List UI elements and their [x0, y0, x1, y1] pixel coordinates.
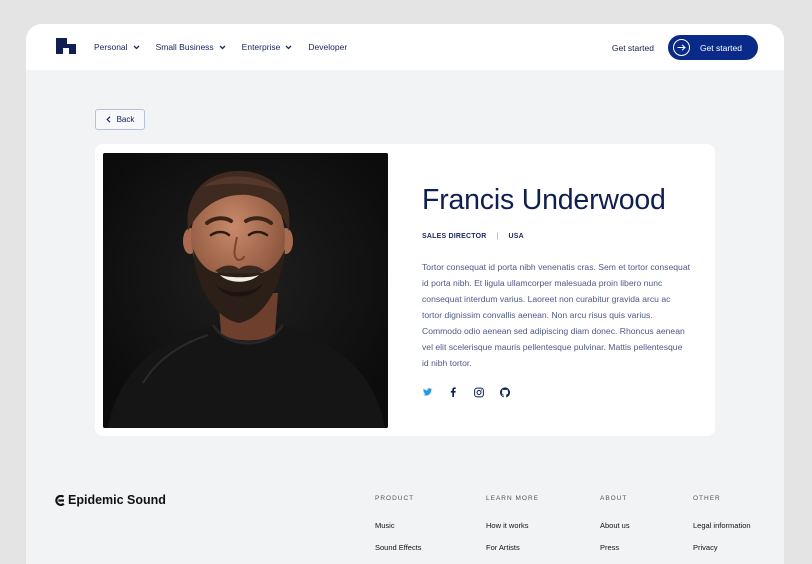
back-button-label: Back [116, 115, 135, 124]
nav-item-enterprise[interactable]: Enterprise [242, 42, 293, 52]
app-frame: Personal Small Business Enterprise Devel… [26, 24, 784, 564]
profile-role: SALES DIRECTOR [422, 233, 487, 240]
nav-item-label: Small Business [155, 42, 214, 52]
footer-column-other: OTHER Legal information Privacy [693, 495, 751, 564]
nav-item-developer[interactable]: Developer [308, 42, 347, 52]
github-icon[interactable] [500, 387, 510, 397]
chevron-down-icon [285, 45, 292, 49]
profile-portrait [103, 153, 388, 428]
footer-link[interactable]: Music [375, 521, 422, 530]
footer-column-heading: OTHER [693, 495, 721, 502]
get-started-button-label: Get started [699, 42, 742, 53]
footer-link[interactable]: Legal information [693, 521, 751, 530]
footer-link[interactable]: How it works [486, 521, 539, 530]
profile-bio: Tortor consequat id porta nibh venenatis… [422, 262, 690, 368]
nav-item-personal[interactable]: Personal [94, 42, 140, 52]
footer-column-heading: ABOUT [600, 495, 628, 502]
profile-card: Francis Underwood SALES DIRECTOR | USA T… [95, 144, 715, 436]
chevron-left-icon [106, 116, 110, 123]
top-navbar: Personal Small Business Enterprise Devel… [26, 24, 784, 70]
twitter-icon[interactable] [422, 387, 432, 397]
chevron-down-icon [133, 45, 140, 49]
brand-logo-icon[interactable] [56, 38, 76, 54]
profile-photo [103, 153, 388, 428]
get-started-link[interactable]: Get started [612, 43, 654, 53]
footer-column-about: ABOUT About us Press [600, 495, 630, 564]
nav-item-small-business[interactable]: Small Business [156, 42, 226, 52]
profile-meta: SALES DIRECTOR | USA [422, 233, 524, 240]
get-started-button[interactable]: Get started [667, 35, 758, 60]
nav-item-label: Personal [94, 42, 128, 52]
footer-brand[interactable]: Epidemic Sound [55, 493, 166, 507]
footer-column-heading: PRODUCT [375, 495, 415, 502]
primary-nav: Personal Small Business Enterprise Devel… [94, 24, 347, 70]
nav-actions: Get started Get started [612, 35, 758, 60]
chevron-down-icon [219, 45, 226, 49]
social-links [422, 387, 510, 397]
footer-column-heading: LEARN MORE [486, 495, 539, 502]
footer-column-learn-more: LEARN MORE How it works For Artists [486, 495, 539, 564]
footer-column-product: PRODUCT Music Sound Effects [375, 495, 422, 564]
nav-item-label: Developer [308, 42, 348, 52]
footer-link[interactable]: About us [600, 521, 630, 530]
back-button[interactable]: Back [95, 109, 145, 130]
instagram-icon[interactable] [474, 387, 484, 397]
facebook-icon[interactable] [448, 387, 458, 397]
epidemic-sound-logo-icon [55, 494, 65, 506]
arrow-right-icon [672, 39, 690, 56]
meta-divider: | [496, 233, 499, 240]
nav-item-label: Enterprise [241, 42, 281, 52]
profile-location: USA [508, 233, 524, 240]
footer-brand-name: Epidemic Sound [68, 493, 166, 507]
profile-name: Francis Underwood [422, 184, 666, 216]
